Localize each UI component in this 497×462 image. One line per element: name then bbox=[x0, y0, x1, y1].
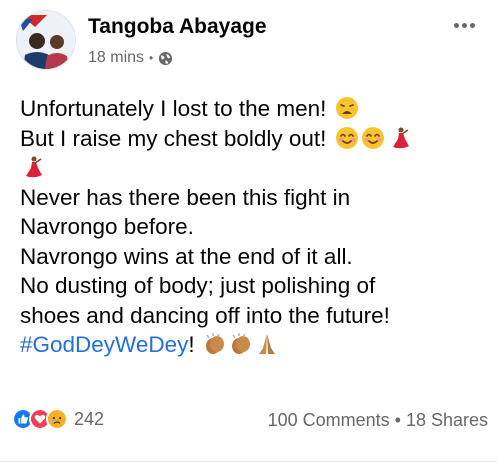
dot-icon bbox=[461, 22, 467, 28]
stats-separator: • bbox=[394, 410, 401, 430]
reaction-summary[interactable]: 242 bbox=[12, 408, 104, 430]
post-line: No dusting of body; just polishing of bbox=[20, 273, 376, 298]
dancer-icon bbox=[392, 127, 409, 148]
post-header: Tangoba Abayage 18 mins • bbox=[16, 10, 486, 72]
post-line bbox=[20, 153, 490, 183]
smiling-face-icon bbox=[361, 126, 384, 149]
post-line: Navrongo wins at the end of it all. bbox=[20, 243, 353, 269]
author-name[interactable]: Tangoba Abayage bbox=[88, 15, 267, 39]
post-line: #GodDeyWeDey! bbox=[20, 330, 490, 360]
shares-link[interactable]: 18 Shares bbox=[406, 410, 488, 431]
sad-reaction-icon bbox=[46, 408, 68, 430]
post-footer: 242 100 Comments • 18 Shares bbox=[12, 408, 492, 436]
post-text: Unfortunately I lost to the men! But I r… bbox=[20, 94, 490, 360]
weary-face-icon bbox=[335, 97, 358, 119]
post-line: Navrongo before. bbox=[20, 214, 194, 239]
post-line: But I raise my chest boldly out! bbox=[20, 124, 490, 154]
globe-icon[interactable] bbox=[158, 51, 173, 66]
comments-link[interactable]: 100 Comments bbox=[268, 410, 390, 431]
more-options-button[interactable] bbox=[450, 20, 478, 30]
post-line: shoes and dancing off into the future! bbox=[20, 302, 390, 328]
reaction-count: 242 bbox=[74, 408, 105, 429]
engagement-stats: 100 Comments • 18 Shares bbox=[268, 410, 488, 431]
smiling-face-icon bbox=[335, 126, 358, 149]
post-meta: 18 mins • bbox=[88, 49, 173, 67]
post-line: Never has there been this fight in bbox=[20, 184, 351, 210]
dot-icon bbox=[469, 22, 475, 28]
hashtag-link[interactable]: #GodDeyWeDey bbox=[20, 332, 188, 357]
timestamp[interactable]: 18 mins bbox=[88, 49, 144, 67]
meta-separator: • bbox=[149, 51, 154, 65]
dancer-icon bbox=[26, 156, 42, 178]
dot-icon bbox=[453, 22, 459, 28]
author-avatar[interactable] bbox=[16, 10, 76, 70]
post-line: Unfortunately I lost to the men! bbox=[20, 94, 490, 124]
clapping-hands-icon bbox=[231, 333, 250, 354]
folded-hands-icon bbox=[258, 334, 275, 354]
clapping-hands-icon bbox=[205, 333, 224, 354]
